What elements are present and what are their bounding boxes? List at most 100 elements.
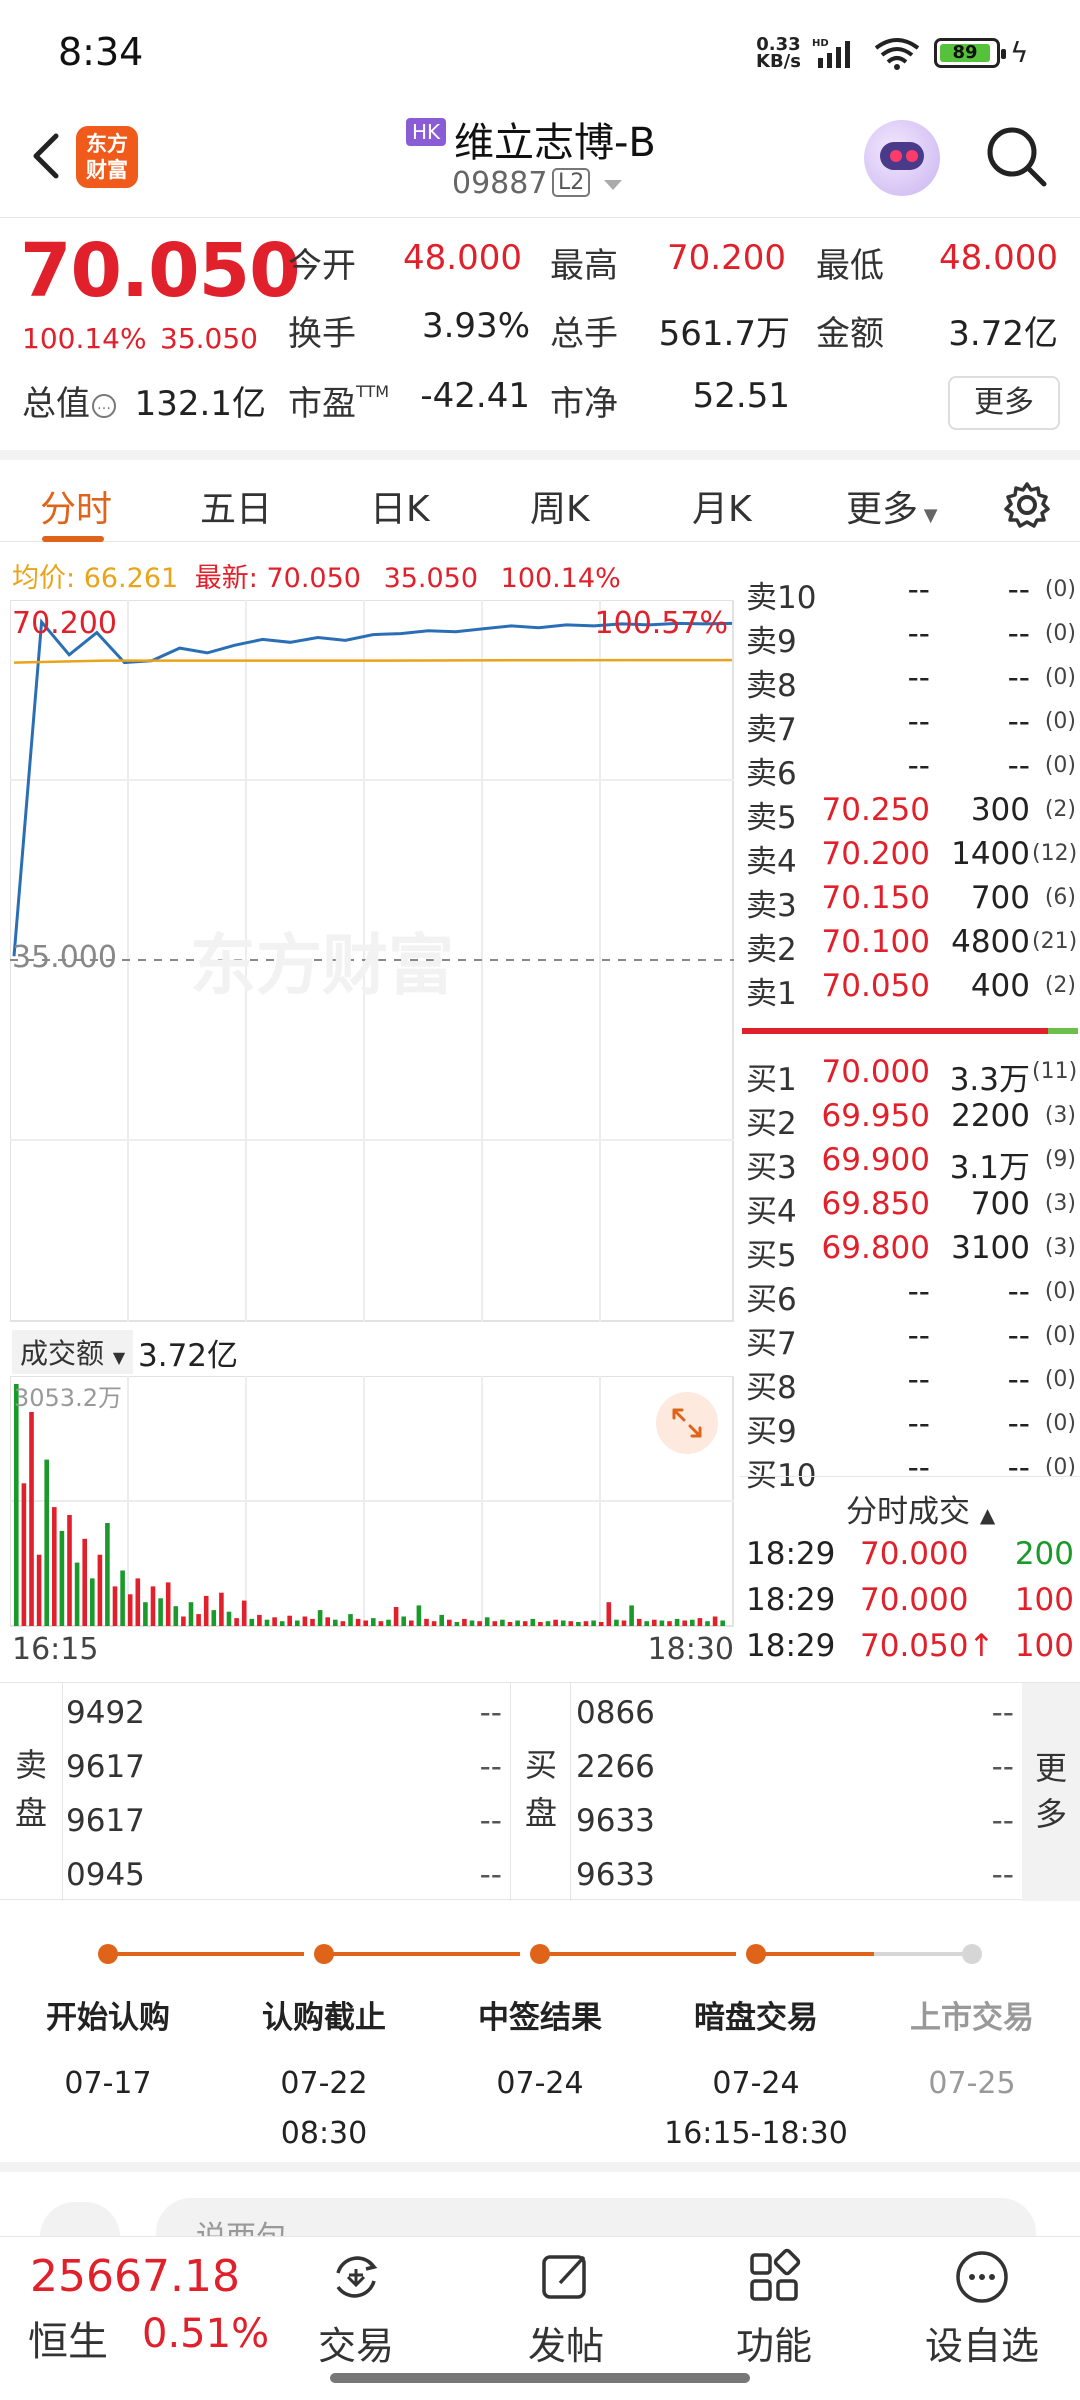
volume-bar: [310, 1618, 315, 1626]
tick-row: 18:29 70.050↑ 100: [746, 1628, 1074, 1664]
assistant-robot-icon[interactable]: [864, 120, 940, 196]
pe-value: -42.41: [420, 376, 530, 416]
open-value: 48.000: [403, 238, 522, 278]
gear-icon[interactable]: [1002, 480, 1052, 530]
volume-bar: [143, 1602, 148, 1626]
hd-badge: HD: [812, 38, 829, 49]
volume-selector[interactable]: 成交额 ▼: [12, 1330, 134, 1374]
timeline-dot: [530, 1944, 550, 1964]
bid-row: 买4 69.850 700 (3): [746, 1186, 1076, 1230]
tab-daily-k[interactable]: 日K: [370, 480, 430, 532]
high-value: 70.200: [667, 238, 786, 278]
pe-ttm-sup: TTM: [356, 382, 390, 401]
active-tab-indicator: [42, 536, 104, 542]
watermark: 东方财富: [190, 927, 454, 1004]
nav-post-label: 发帖: [527, 2324, 604, 2368]
queue-more-label: 更多: [1034, 1749, 1067, 1833]
nav-trade[interactable]: 交易: [286, 2245, 426, 2370]
volume-bar: [112, 1586, 118, 1626]
volume-bar: [264, 1619, 270, 1626]
wifi-icon: [874, 38, 920, 70]
tab-monthly-k[interactable]: 月K: [692, 480, 752, 532]
hsi-index-name[interactable]: 恒生: [28, 2309, 108, 2367]
time-end-label: 18:30: [647, 1632, 734, 1667]
queue-row: 9492 --: [66, 1695, 502, 1731]
comment-list-icon[interactable]: [40, 2202, 120, 2236]
change-amount: 35.050: [160, 322, 258, 355]
hsi-index-pct[interactable]: 0.51%: [142, 2311, 269, 2357]
info-icon[interactable]: …: [92, 393, 116, 418]
stock-name[interactable]: 维立志博-B: [454, 110, 656, 168]
nav-add-watchlist[interactable]: 设自选: [912, 2245, 1052, 2370]
chart-tabs: 分时 五日 日K 周K 月K 更多 ▼: [0, 450, 1080, 542]
volume-bar: [219, 1592, 224, 1626]
volume-bar: [598, 1622, 604, 1626]
latest-label: 最新:: [194, 563, 258, 594]
ask-row: 卖1 70.050 400 (2): [746, 968, 1076, 1012]
amount-value: 3.72亿: [948, 314, 1058, 354]
mktcap-label: 总值…: [22, 376, 116, 425]
low-value: 48.000: [939, 238, 1058, 278]
battery-icon: 89: [934, 38, 1006, 68]
back-icon[interactable]: [22, 126, 72, 186]
volume-bar: [355, 1618, 361, 1626]
volume-bar: [462, 1618, 467, 1626]
volume-bar: [591, 1620, 596, 1626]
volume-header: 成交额 ▼ 3.72亿: [12, 1324, 732, 1374]
comment-input[interactable]: 说两句: [156, 2198, 1036, 2236]
amount-label: 金额: [816, 314, 884, 354]
volume-bar: [644, 1621, 649, 1626]
bid-row: 买7 -- -- (0): [746, 1318, 1076, 1362]
nav-post[interactable]: 发帖: [496, 2245, 636, 2370]
more-quote-button[interactable]: 更多: [948, 376, 1060, 430]
volume-bar: [348, 1614, 353, 1626]
volume-bar: [454, 1622, 460, 1626]
ask-row: 卖3 70.150 700 (6): [746, 880, 1076, 924]
volume-bar: [36, 1554, 42, 1626]
timeline-dot: [746, 1944, 766, 1964]
low-label: 最低: [816, 246, 884, 286]
volume-bar: [59, 1530, 65, 1626]
volume-bar: [682, 1620, 687, 1626]
volume-bar: [720, 1620, 725, 1626]
ipo-timeline: 开始认购 07-17 认购截止 07-22 08:30 中签结果 07-24 暗盘交易 0…: [0, 1900, 1080, 2172]
tab-weekly-k[interactable]: 周K: [530, 480, 590, 532]
stock-code[interactable]: 09887: [452, 166, 547, 201]
chevron-down-icon[interactable]: [604, 180, 622, 190]
battery-level: 89: [940, 44, 990, 62]
avg-value: 66.261: [83, 563, 179, 594]
volume-bar: [90, 1578, 95, 1626]
volume-bar: [416, 1605, 422, 1626]
volume-chart[interactable]: 3053.2万 16:15 18:30: [9, 1375, 734, 1667]
caret-down-icon: ▼: [918, 505, 938, 526]
volume-bar: [636, 1618, 642, 1626]
stock-header: 东方 财富 HK 维立志博-B 09887 L2: [0, 100, 1080, 218]
volume-bar: [507, 1622, 513, 1626]
tab-intraday[interactable]: 分时: [40, 480, 112, 532]
volume-bar: [44, 1459, 49, 1626]
level2-badge[interactable]: L2: [552, 168, 591, 197]
bid-row: 买9 -- -- (0): [746, 1406, 1076, 1450]
tick-title[interactable]: 分时成交 ▲: [846, 1486, 995, 1531]
pb-label: 市净: [550, 384, 618, 424]
expand-icon[interactable]: [656, 1392, 718, 1454]
hsi-index-value[interactable]: 25667.18: [30, 2251, 240, 2302]
volume-bar: [241, 1600, 247, 1626]
volume-bar: [393, 1607, 399, 1626]
volume-bar: [325, 1617, 330, 1626]
latest-change: 35.050: [383, 563, 479, 594]
tab-more[interactable]: 更多 ▼: [846, 480, 938, 532]
app-logo: 东方 财富: [76, 126, 138, 188]
nav-apps[interactable]: 功能: [704, 2245, 844, 2370]
timeline-step: 中签结果 07-24: [478, 2000, 602, 2101]
intraday-price-chart[interactable]: 70.200 100.57% 35.000 东方财富: [9, 599, 734, 1322]
volume-bar: [469, 1620, 475, 1626]
volume-bar: [150, 1586, 156, 1626]
volume-bar: [333, 1619, 338, 1626]
queue-row: 9617 --: [66, 1749, 502, 1785]
queue-more-button[interactable]: 更多: [1022, 1683, 1080, 1901]
home-indicator[interactable]: [330, 2373, 750, 2383]
search-icon[interactable]: [984, 124, 1050, 190]
volume-bar: [165, 1582, 171, 1626]
tab-five-day[interactable]: 五日: [200, 480, 272, 532]
